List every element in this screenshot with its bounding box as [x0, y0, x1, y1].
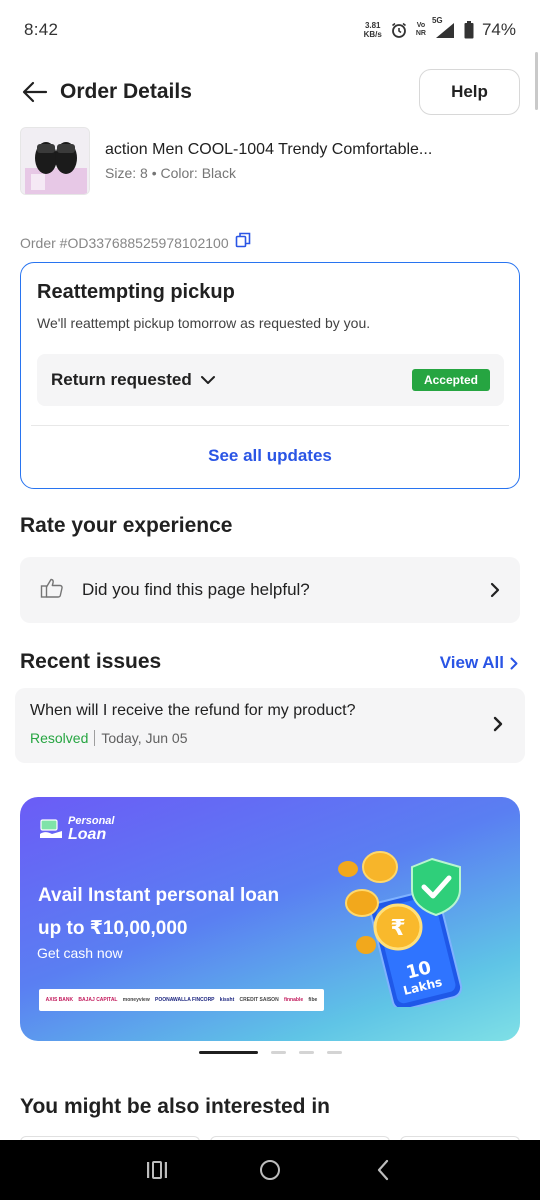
order-id-row: Order #OD337688525978102100 — [20, 232, 251, 253]
banner-headline: Avail Instant personal loan up to ₹10,00… — [38, 879, 338, 945]
scrollbar[interactable] — [535, 52, 538, 110]
product-thumbnail — [20, 127, 90, 195]
network-type: 5G — [431, 16, 443, 25]
partner-logo: POONAWALLA FINCORP — [154, 997, 215, 1003]
system-navigation-bar — [0, 1140, 540, 1200]
status-title: Reattempting pickup — [37, 281, 235, 303]
network-speed-value: 3.81 — [364, 21, 381, 30]
banner-headline-line-2: up to ₹10,00,000 — [38, 918, 188, 939]
chevron-right-icon — [490, 582, 500, 598]
home-icon — [259, 1160, 280, 1180]
issue-question: When will I receive the refund for my pr… — [30, 702, 356, 719]
interested-section-title: You might be also interested in — [20, 1095, 330, 1118]
partner-logos-strip: AXIS BANK BAJAJ CAPITAL moneyview POONAW… — [39, 989, 324, 1011]
feedback-question: Did you find this page helpful? — [82, 580, 310, 599]
header: Order Details Help — [0, 66, 540, 118]
copy-icon[interactable] — [235, 232, 251, 253]
personal-loan-logo: Personal Loan — [38, 815, 114, 843]
return-label: Return requested — [51, 370, 192, 389]
carousel-dot[interactable] — [327, 1051, 342, 1054]
network-speed: 3.81 KB/s — [364, 21, 382, 39]
back-button[interactable] — [20, 77, 50, 107]
battery-percent: 74% — [481, 20, 516, 39]
product-meta: Size: 8 • Color: Black — [105, 165, 236, 181]
status-bar: 8:42 3.81 KB/s Vo NR 5G 74% — [0, 0, 540, 60]
recent-apps-icon — [146, 1161, 167, 1179]
signal-icon: 5G — [432, 16, 456, 39]
order-id: Order #OD337688525978102100 — [20, 234, 229, 251]
product-info: action Men COOL-1004 Trendy Comfortable.… — [105, 141, 432, 181]
partner-logo: finnable — [283, 997, 304, 1003]
logo-line-2: Loan — [68, 826, 107, 843]
personal-loan-banner[interactable]: Personal Loan Avail Instant personal loa… — [20, 797, 520, 1041]
card-divider — [31, 425, 509, 426]
return-status-row[interactable]: Return requested Accepted — [37, 354, 504, 406]
partner-logo: BAJAJ CAPITAL — [78, 997, 118, 1003]
network-speed-unit: KB/s — [363, 30, 382, 39]
thumbs-up-icon — [40, 577, 64, 604]
carousel-dot[interactable] — [299, 1051, 314, 1054]
banner-headline-line-1: Avail Instant personal loan — [38, 885, 280, 906]
recent-apps-button[interactable] — [137, 1150, 177, 1190]
see-all-updates-button[interactable]: See all updates — [21, 446, 519, 466]
volte-indicator: Vo NR — [416, 22, 426, 38]
battery-icon — [464, 21, 474, 39]
partner-logo: AXIS BANK — [45, 997, 74, 1003]
hand-cash-icon — [40, 819, 62, 838]
partner-logo: fibe — [308, 997, 318, 1003]
carousel-dot[interactable] — [271, 1051, 286, 1054]
volte-bottom: NR — [415, 30, 426, 37]
product-name: action Men COOL-1004 Trendy Comfortable.… — [105, 141, 433, 158]
chevron-down-icon — [200, 375, 216, 385]
partner-logo: CREDIT SAISON — [239, 997, 279, 1003]
partner-logo: moneyview — [122, 997, 150, 1003]
carousel-dot-active[interactable] — [199, 1051, 258, 1054]
order-status-card: Reattempting pickup We'll reattempt pick… — [20, 262, 520, 489]
system-back-button[interactable] — [363, 1150, 403, 1190]
phone-coins-illustration: ₹ 10 Lakhs — [332, 837, 482, 1012]
feedback-row[interactable]: Did you find this page helpful? — [20, 557, 520, 623]
partner-logo: kissht — [219, 997, 235, 1003]
back-chevron-icon — [378, 1159, 389, 1181]
svg-text:₹: ₹ — [390, 916, 405, 941]
status-time: 8:42 — [24, 20, 59, 39]
product-summary[interactable]: action Men COOL-1004 Trendy Comfortable.… — [20, 127, 520, 195]
issue-item[interactable]: When will I receive the refund for my pr… — [15, 688, 525, 763]
home-button[interactable] — [250, 1150, 290, 1190]
issue-status: Resolved — [30, 730, 89, 746]
carousel-indicator — [199, 1051, 342, 1054]
back-arrow-icon — [22, 81, 48, 103]
issue-meta: Resolved Today, Jun 05 — [30, 730, 510, 746]
chevron-right-icon — [493, 716, 503, 737]
volte-top: Vo — [416, 22, 426, 29]
view-all-label: View All — [439, 653, 504, 672]
status-icons: 3.81 KB/s Vo NR 5G 74% — [364, 16, 516, 40]
page-title: Order Details — [60, 80, 192, 103]
rate-section-title: Rate your experience — [20, 514, 233, 537]
issue-separator — [94, 730, 96, 746]
status-badge: Accepted — [411, 369, 490, 391]
banner-cta: Get cash now — [37, 945, 123, 961]
issue-date: Today, Jun 05 — [101, 730, 188, 746]
help-button[interactable]: Help — [419, 69, 520, 115]
recent-issues-title: Recent issues — [20, 650, 162, 673]
view-all-link[interactable]: View All — [440, 653, 518, 673]
status-subtitle: We'll reattempt pickup tomorrow as reque… — [37, 315, 371, 331]
chevron-right-icon — [510, 657, 518, 669]
alarm-icon — [390, 21, 408, 39]
